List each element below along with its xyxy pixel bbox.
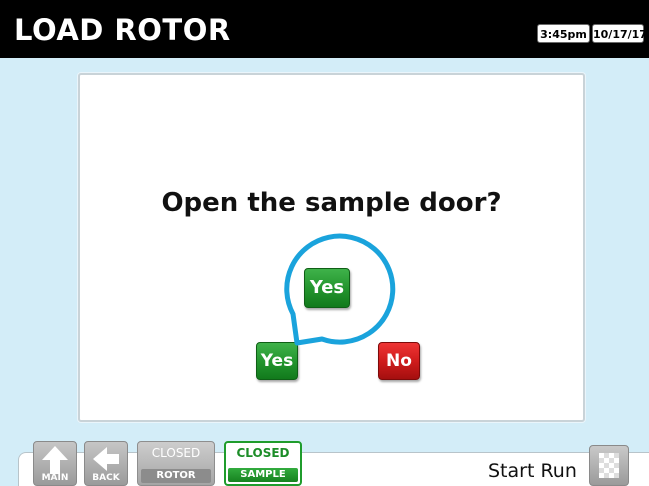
rotor-state: CLOSED (151, 446, 201, 460)
no-button[interactable]: No (378, 342, 420, 380)
screen: LOAD ROTOR 3:45pm 10/17/17 Open the samp… (0, 0, 649, 486)
time-display: 3:45pm (537, 24, 590, 43)
callout-yes-button[interactable]: Yes (304, 268, 350, 308)
dialog-prompt: Open the sample door? (161, 188, 502, 218)
main-button-label: MAIN (41, 473, 69, 483)
page-title: LOAD ROTOR (14, 13, 231, 47)
sample-label: SAMPLE (228, 468, 298, 482)
title-bar: LOAD ROTOR 3:45pm 10/17/17 (0, 0, 649, 58)
sample-state-button[interactable]: CLOSED SAMPLE (224, 441, 302, 486)
back-button[interactable]: BACK (84, 441, 128, 486)
start-run-label: Start Run (488, 460, 577, 482)
date-display: 10/17/17 (592, 24, 647, 43)
left-arrow-icon (93, 447, 119, 471)
yes-button[interactable]: Yes (256, 342, 298, 380)
start-run-button[interactable] (589, 445, 629, 486)
checkered-flag-icon (599, 453, 619, 478)
main-button[interactable]: MAIN (33, 441, 77, 486)
rotor-label: ROTOR (141, 469, 211, 483)
back-button-label: BACK (92, 473, 120, 483)
rotor-state-button[interactable]: CLOSED ROTOR (137, 441, 215, 486)
up-arrow-icon (42, 446, 68, 474)
confirm-dialog: Open the sample door? Yes No (78, 73, 585, 422)
sample-state: CLOSED (236, 446, 290, 460)
